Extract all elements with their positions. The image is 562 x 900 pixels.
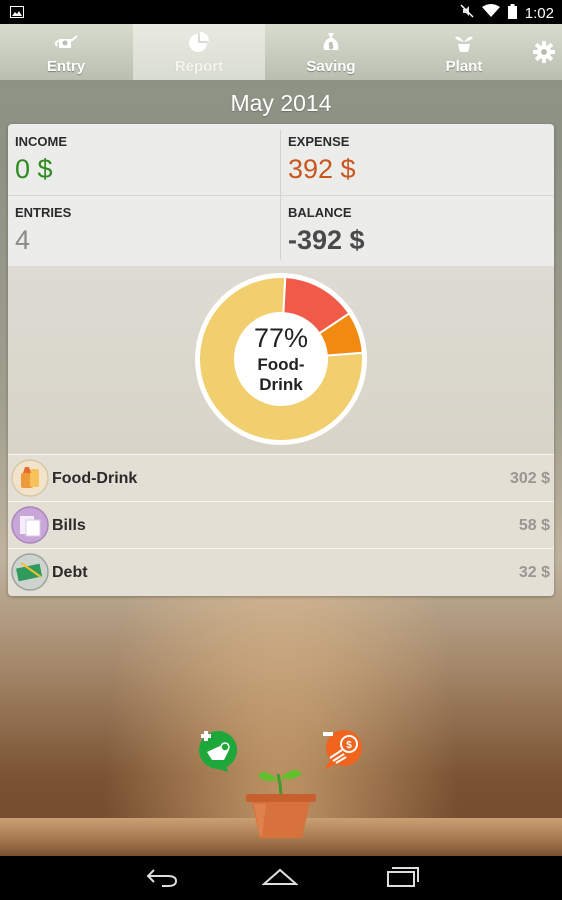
category-row-bills[interactable]: Bills 58 $: [8, 501, 554, 549]
svg-text:$: $: [329, 41, 334, 50]
wifi-icon: [481, 4, 500, 22]
navigation-bar: [0, 856, 562, 900]
balance-label: BALANCE: [288, 205, 352, 220]
gallery-notification-icon: [10, 5, 24, 22]
income-cell: INCOME 0 $: [8, 124, 281, 195]
summary-panel: INCOME 0 $ EXPENSE 392 $ ENTRIES 4 BALAN…: [8, 124, 554, 266]
plant-pot-icon[interactable]: [244, 764, 318, 840]
tab-bar: Entry Report $ Saving Plant: [0, 24, 562, 81]
tab-entry[interactable]: Entry: [0, 24, 132, 80]
entries-value: 4: [15, 225, 31, 255]
add-income-icon[interactable]: [196, 728, 242, 774]
watering-can-icon: [54, 30, 78, 54]
summary-divider-horizontal-left: [8, 195, 280, 196]
battery-icon: [507, 3, 517, 23]
donut-center-label-line1: Food-: [257, 355, 304, 374]
balance-cell: BALANCE -392 $: [281, 195, 554, 266]
category-row-debt[interactable]: Debt 32 $: [8, 548, 554, 596]
add-expense-icon[interactable]: $: [320, 728, 364, 772]
money-bag-icon: $: [319, 30, 343, 54]
income-value: 0 $: [15, 154, 53, 184]
balance-value: -392 $: [288, 225, 365, 255]
expense-cell: EXPENSE 392 $: [281, 124, 554, 195]
tab-plant[interactable]: Plant: [398, 24, 530, 80]
recent-apps-icon[interactable]: [384, 864, 420, 890]
month-title[interactable]: May 2014: [0, 90, 562, 117]
clock: 1:02: [524, 4, 554, 22]
debt-icon: [11, 553, 49, 591]
svg-text:$: $: [346, 740, 352, 751]
tab-saving[interactable]: $ Saving: [265, 24, 397, 80]
entries-label: ENTRIES: [15, 205, 72, 220]
donut-center-label-line2: Drink: [259, 375, 303, 394]
category-row-food-drink[interactable]: Food-Drink 302 $: [8, 454, 554, 502]
category-list: Food-Drink 302 $ Bills 58 $ Debt 32 $: [8, 454, 554, 596]
status-bar: 1:02: [0, 0, 562, 24]
pie-chart-icon: [187, 30, 211, 54]
back-icon[interactable]: [144, 864, 180, 890]
home-icon[interactable]: [261, 864, 299, 890]
report-card: INCOME 0 $ EXPENSE 392 $ ENTRIES 4 BALAN…: [8, 124, 554, 596]
tab-report[interactable]: Report: [133, 24, 265, 80]
sprout-icon: [452, 30, 476, 54]
donut-center-percent: 77%: [254, 323, 308, 353]
bills-icon: [11, 506, 49, 544]
expense-donut-chart[interactable]: 77% Food- Drink: [8, 266, 554, 454]
summary-divider-horizontal-right: [281, 195, 554, 196]
settings-gear-icon[interactable]: [530, 38, 558, 66]
expense-label: EXPENSE: [288, 134, 350, 149]
mute-icon: [460, 3, 474, 23]
entries-cell: ENTRIES 4: [8, 195, 281, 266]
expense-value: 392 $: [288, 154, 356, 184]
chart-area: 77% Food- Drink: [8, 266, 554, 454]
income-label: INCOME: [15, 134, 67, 149]
food-drink-icon: [11, 459, 49, 497]
